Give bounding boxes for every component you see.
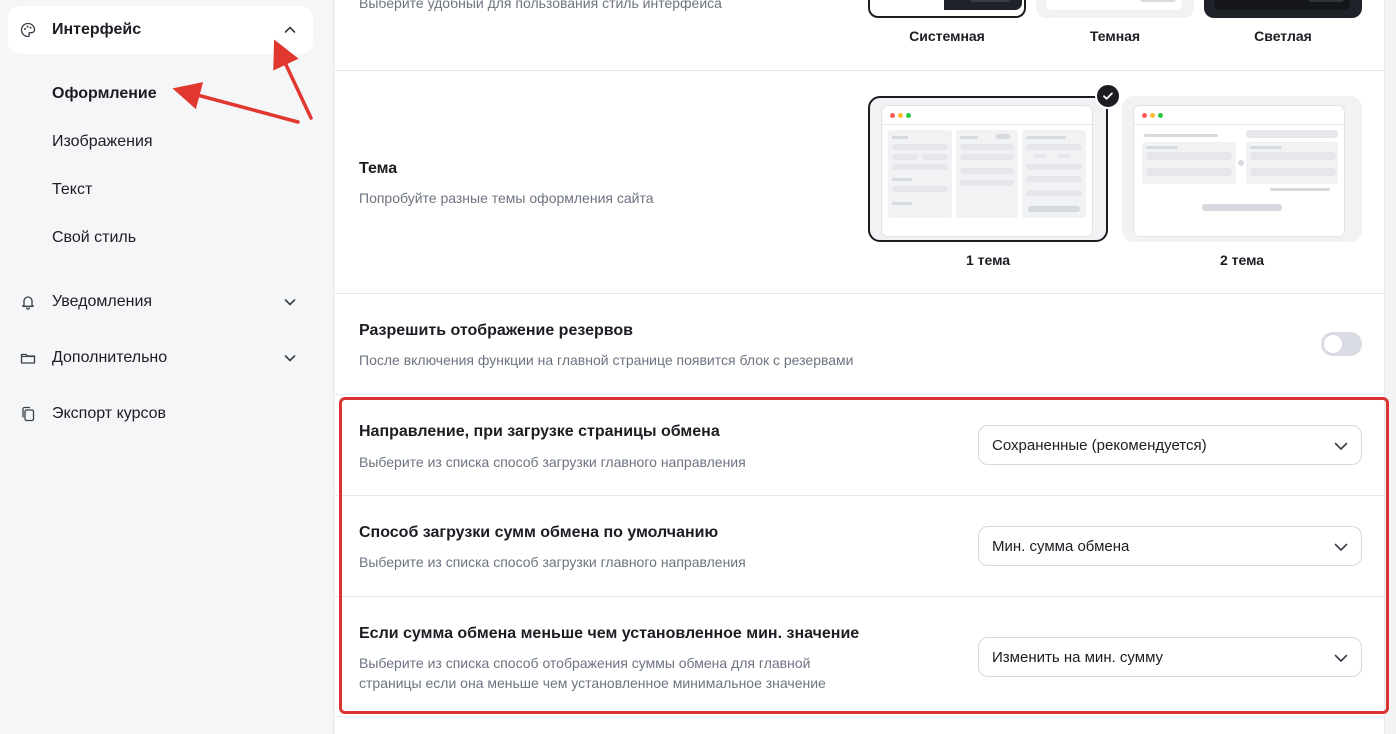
mode-label-light: Светлая [1254, 28, 1312, 44]
amount-description: Выберите из списка способ загрузки главн… [359, 554, 746, 570]
direction-select-value: Сохраненные (рекомендуется) [992, 437, 1207, 454]
divider [335, 293, 1384, 294]
sidebar-item-advanced[interactable]: Дополнительно [0, 338, 334, 378]
sidebar-item-images[interactable]: Изображения [52, 133, 153, 151]
folder-icon [20, 350, 36, 366]
direction-description: Выберите из списка способ загрузки главн… [359, 454, 746, 470]
toggle-knob [1324, 335, 1342, 353]
mode-description: Выберите удобный для пользования стиль и… [359, 0, 722, 11]
theme-option-1[interactable] [868, 96, 1108, 242]
reserves-title: Разрешить отображение резервов [359, 322, 633, 339]
chevron-down-icon [282, 294, 298, 310]
sidebar-item-label: Дополнительно [52, 349, 168, 366]
direction-title: Направление, при загрузке страницы обмен… [359, 423, 720, 440]
sidebar-item-label: Уведомления [52, 293, 153, 310]
sidebar-item-text[interactable]: Текст [52, 181, 92, 199]
chevron-down-icon [282, 350, 298, 366]
theme-title: Тема [359, 160, 398, 177]
reserves-toggle[interactable] [1321, 332, 1362, 356]
sidebar-item-notifications[interactable]: Уведомления [0, 282, 334, 322]
chevron-up-icon[interactable] [282, 22, 298, 38]
divider [335, 495, 1384, 496]
bell-icon [20, 294, 36, 310]
sidebar-item-export-rates[interactable]: Экспорт курсов [0, 394, 334, 434]
theme-description: Попробуйте разные темы оформления сайта [359, 190, 654, 206]
divider [335, 70, 1384, 71]
amount-title: Способ загрузки сумм обмена по умолчанию [359, 524, 719, 541]
divider [335, 596, 1384, 597]
min-value-select[interactable]: Изменить на мин. сумму [978, 637, 1362, 677]
sidebar-item-custom-style[interactable]: Свой стиль [52, 229, 136, 247]
sidebar-group-label: Интерфейс [52, 21, 142, 38]
theme-label-2: 2 тема [1219, 252, 1265, 268]
chevron-down-icon [1333, 438, 1349, 454]
selected-check-icon [1095, 83, 1121, 109]
mode-option-dark[interactable] [1036, 0, 1194, 18]
scrollbar[interactable] [1384, 0, 1396, 734]
min-value-description-line1: Выберите из списка способ отображения су… [359, 655, 811, 671]
min-value-select-value: Изменить на мин. сумму [992, 649, 1164, 666]
mode-label-dark: Темная [1089, 28, 1141, 44]
theme-option-2[interactable] [1122, 96, 1362, 242]
palette-icon [20, 22, 36, 38]
mode-label-system: Системная [909, 28, 985, 44]
mode-option-light[interactable] [1204, 0, 1362, 18]
mode-option-system[interactable] [868, 0, 1026, 18]
amount-select[interactable]: Мин. сумма обмена [978, 526, 1362, 566]
theme-label-1: 1 тема [965, 252, 1011, 268]
sidebar-group-interface[interactable]: Интерфейс [8, 6, 313, 54]
sidebar-item-appearance[interactable]: Оформление [52, 85, 157, 103]
amount-select-value: Мин. сумма обмена [992, 538, 1130, 555]
sidebar-item-label: Экспорт курсов [52, 405, 167, 422]
sidebar: Интерфейс Оформление Изображения Текст С… [0, 0, 334, 734]
min-value-description-line2: страницы если она меньше чем установленн… [359, 675, 826, 691]
divider [335, 394, 1384, 395]
chevron-down-icon [1333, 539, 1349, 555]
reserves-description: После включения функции на главной стран… [359, 352, 854, 368]
min-value-title: Если сумма обмена меньше чем установленн… [359, 625, 860, 642]
copy-icon [20, 406, 36, 422]
chevron-down-icon [1333, 650, 1349, 666]
divider [335, 716, 1384, 717]
direction-select[interactable]: Сохраненные (рекомендуется) [978, 425, 1362, 465]
